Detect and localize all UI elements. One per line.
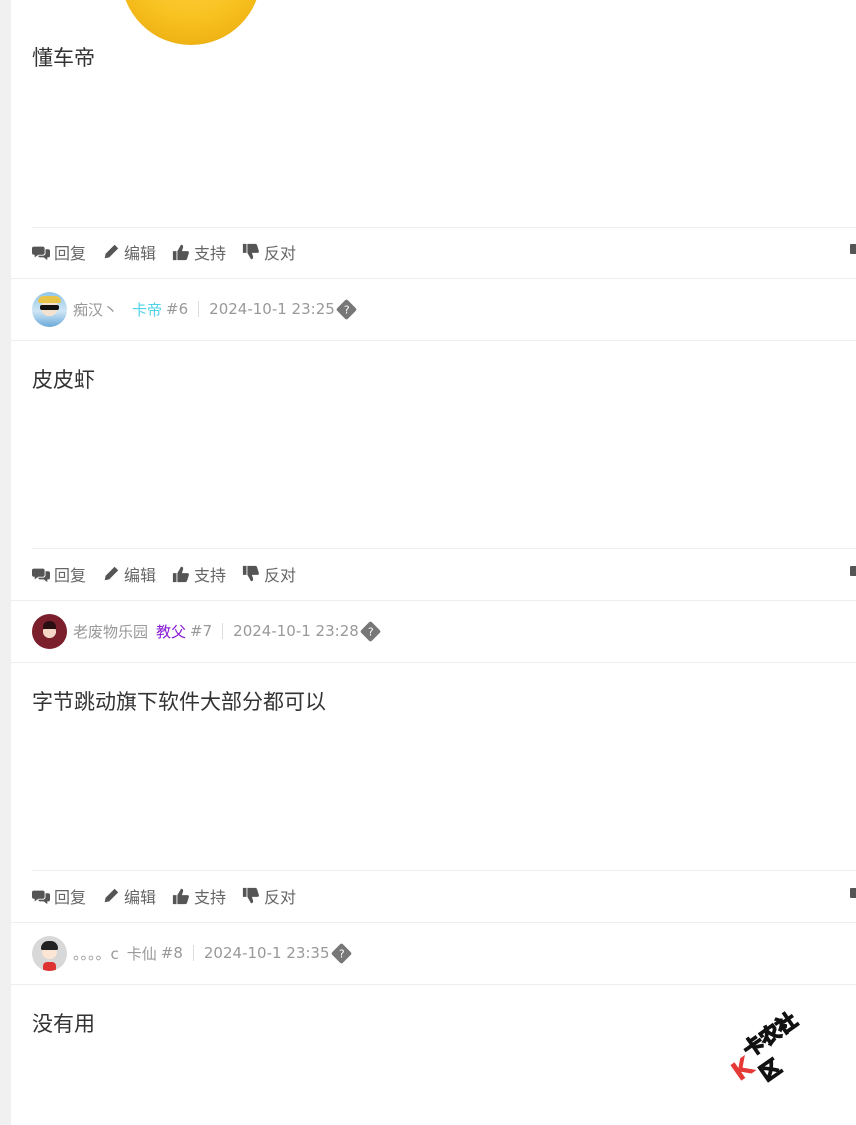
divider — [32, 870, 856, 871]
post-actions: 回复 编辑 支持 反对 — [32, 884, 312, 908]
divider — [11, 922, 856, 923]
oppose-button[interactable]: 反对 — [242, 240, 296, 264]
avatar[interactable] — [32, 935, 67, 971]
pencil-icon — [104, 244, 119, 259]
divider — [11, 600, 856, 601]
thumbs-down-icon — [242, 243, 259, 260]
left-rail — [0, 0, 11, 1125]
avatar[interactable] — [32, 291, 67, 327]
edit-button[interactable]: 编辑 — [102, 562, 156, 586]
separator — [222, 623, 224, 639]
oppose-button[interactable]: 反对 — [242, 884, 296, 908]
divider — [11, 340, 856, 341]
support-button[interactable]: 支持 — [172, 562, 226, 586]
edit-label: 编辑 — [124, 244, 157, 263]
post-meta: 痴汉丶 卡帝 #6 2024-10-1 23:25 ? — [32, 291, 357, 327]
edit-button[interactable]: 编辑 — [102, 240, 156, 264]
thumbs-down-icon — [242, 887, 259, 904]
separator — [192, 945, 194, 961]
floor-number[interactable]: #6 — [166, 300, 188, 318]
oppose-label: 反对 — [264, 888, 297, 907]
edit-label: 编辑 — [124, 566, 157, 585]
username[interactable]: 老废物乐园 — [73, 621, 148, 642]
support-button[interactable]: 支持 — [172, 884, 226, 908]
comments-icon — [32, 890, 50, 905]
edit-label: 编辑 — [124, 888, 157, 907]
reply-label: 回复 — [54, 566, 87, 585]
post-content: 没有用 — [32, 1012, 95, 1036]
support-button[interactable]: 支持 — [172, 240, 226, 264]
reply-button[interactable]: 回复 — [32, 240, 86, 264]
thumbs-up-icon — [172, 244, 189, 261]
pencil-icon — [104, 566, 119, 581]
comments-icon — [32, 568, 50, 583]
post-time: 2024-10-1 23:35 — [203, 944, 330, 962]
divider — [32, 227, 856, 228]
user-group: 卡帝 — [132, 300, 163, 319]
support-label: 支持 — [194, 566, 227, 585]
edit-button[interactable]: 编辑 — [102, 884, 156, 908]
post-content: 字节跳动旗下软件大部分都可以 — [32, 690, 326, 714]
username[interactable]: 。。。。c — [73, 943, 119, 964]
divider — [32, 548, 856, 549]
unknown-glyph-icon: ? — [330, 942, 352, 964]
reply-label: 回复 — [54, 244, 87, 263]
divider — [11, 278, 856, 279]
divider — [11, 984, 856, 985]
pin-icon[interactable] — [850, 244, 856, 254]
post-content: 懂车帝 — [32, 46, 95, 70]
pencil-icon — [104, 888, 119, 903]
thumbs-up-icon — [172, 888, 189, 905]
pin-icon[interactable] — [850, 566, 856, 576]
reply-button[interactable]: 回复 — [32, 562, 86, 586]
avatar[interactable] — [32, 613, 67, 649]
post-meta: 老废物乐园 教父 #7 2024-10-1 23:28 ? — [32, 613, 381, 649]
thumbs-down-icon — [242, 565, 259, 582]
reply-label: 回复 — [54, 888, 87, 907]
post-time: 2024-10-1 23:28 — [233, 622, 359, 640]
support-label: 支持 — [194, 888, 227, 907]
oppose-label: 反对 — [264, 566, 297, 585]
emoji-sticker — [121, 0, 261, 45]
post-actions: 回复 编辑 支持 反对 — [32, 562, 312, 586]
support-label: 支持 — [194, 244, 227, 263]
pin-icon[interactable] — [850, 888, 856, 898]
floor-number[interactable]: #7 — [190, 622, 212, 640]
comments-icon — [32, 246, 50, 261]
separator — [198, 301, 200, 317]
watermark-logo: K 卡农社区 — [718, 993, 834, 1100]
post-meta: 。。。。c 卡仙 #8 2024-10-1 23:35 ? — [32, 935, 352, 971]
post-content: 皮皮虾 — [32, 368, 95, 392]
reply-button[interactable]: 回复 — [32, 884, 86, 908]
user-group: 教父 — [156, 622, 187, 641]
user-group: 卡仙 — [126, 944, 157, 963]
divider — [11, 662, 856, 663]
unknown-glyph-icon: ? — [335, 298, 357, 320]
floor-number[interactable]: #8 — [161, 944, 183, 962]
username[interactable]: 痴汉丶 — [73, 299, 118, 320]
post-actions: 回复 编辑 支持 反对 — [32, 240, 312, 264]
oppose-button[interactable]: 反对 — [242, 562, 296, 586]
post-time: 2024-10-1 23:25 — [209, 300, 335, 318]
unknown-glyph-icon: ? — [359, 620, 381, 642]
thumbs-up-icon — [172, 566, 189, 583]
oppose-label: 反对 — [264, 244, 297, 263]
